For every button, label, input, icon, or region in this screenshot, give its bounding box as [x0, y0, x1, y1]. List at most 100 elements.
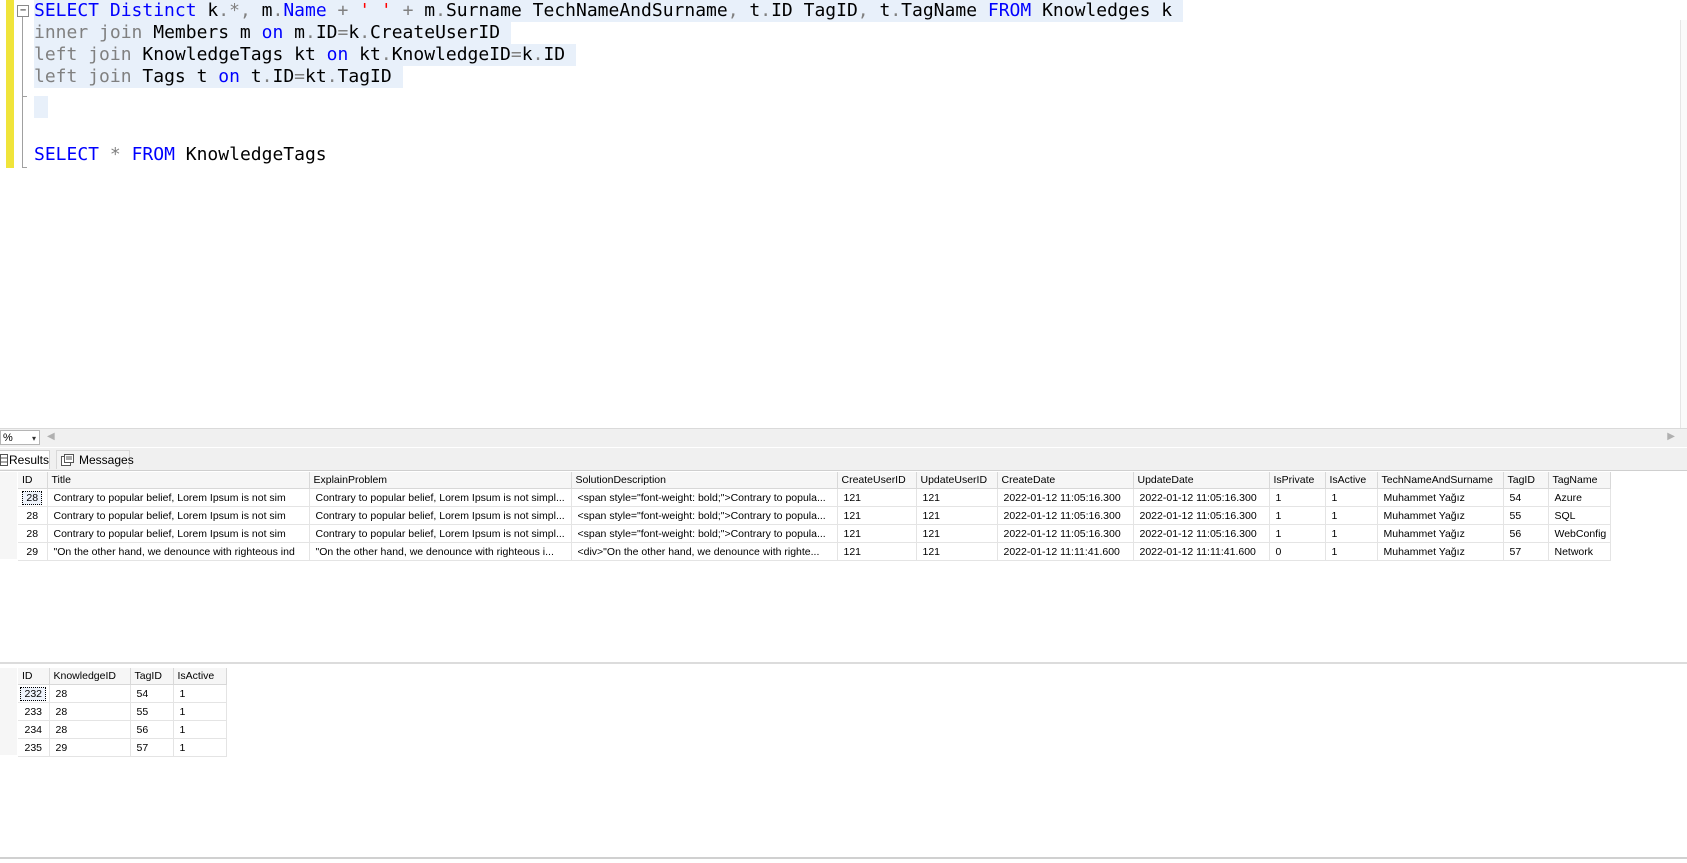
scroll-left-icon[interactable]: ◀	[47, 431, 55, 442]
grid-cell[interactable]: 28	[18, 488, 48, 507]
grid-cell[interactable]: Muhammet Yağız	[1377, 542, 1504, 561]
grid-cell[interactable]: 1	[1325, 488, 1378, 507]
code-line[interactable]: left join Tags t on t.ID=kt.TagID	[34, 66, 403, 88]
grid-cell[interactable]: Contrary to popular belief, Lorem Ipsum …	[309, 506, 572, 525]
grid-cell[interactable]: 2022-01-12 11:05:16.300	[1133, 488, 1270, 507]
grid-cell[interactable]: <div>"On the other hand, we denounce wit…	[571, 542, 838, 561]
grid-cell[interactable]: SQL	[1548, 506, 1611, 525]
results-splitter[interactable]	[0, 662, 1687, 664]
editor-vertical-scrollbar[interactable]	[1680, 20, 1687, 428]
grid-cell[interactable]: 1	[173, 738, 227, 757]
grid-cell[interactable]: Contrary to popular belief, Lorem Ipsum …	[309, 488, 572, 507]
grid-cell[interactable]: 54	[1503, 488, 1549, 507]
grid-cell[interactable]: 1	[173, 720, 227, 739]
grid-cell[interactable]: 28	[49, 720, 131, 739]
grid-cell[interactable]: 1	[1269, 488, 1326, 507]
grid-cell[interactable]: 121	[916, 542, 998, 561]
grid-cell[interactable]: 2022-01-12 11:11:41.600	[1133, 542, 1270, 561]
table-row[interactable]: 233 28 55 1	[18, 702, 227, 721]
table-row[interactable]: 235 29 57 1	[18, 738, 227, 757]
grid-cell[interactable]: <span style="font-weight: bold;">Contrar…	[571, 524, 838, 543]
table-row[interactable]: 28 Contrary to popular belief, Lorem Ipsu…	[18, 524, 1611, 543]
grid-cell[interactable]: Contrary to popular belief, Lorem Ipsum …	[47, 524, 310, 543]
grid-cell[interactable]: 29	[18, 542, 48, 561]
grid-cell[interactable]: 121	[916, 488, 998, 507]
grid-cell[interactable]: 121	[916, 524, 998, 543]
grid-cell[interactable]: 56	[1503, 524, 1549, 543]
code-line[interactable]: left join KnowledgeTags kt on kt.Knowled…	[34, 44, 576, 66]
tab-results[interactable]: Results	[0, 450, 50, 469]
table-row[interactable]: 28 Contrary to popular belief, Lorem Ipsu…	[18, 488, 1611, 507]
column-header[interactable]: TagID	[1503, 472, 1549, 489]
code-line[interactable]: inner join Members m on m.ID=k.CreateUse…	[34, 22, 511, 44]
grid-cell[interactable]: 29	[49, 738, 131, 757]
table-row[interactable]: 232 28 54 1	[18, 684, 227, 703]
grid-cell[interactable]: Azure	[1548, 488, 1611, 507]
grid-cell[interactable]: 28	[18, 524, 48, 543]
column-header[interactable]: ID	[18, 668, 50, 685]
code-line[interactable]: SELECT Distinct k.*, m.Name + ' ' + m.Su…	[34, 0, 1183, 22]
grid-cell[interactable]: <span style="font-weight: bold;">Contrar…	[571, 488, 838, 507]
grid-cell[interactable]: Contrary to popular belief, Lorem Ipsum …	[309, 524, 572, 543]
grid-cell[interactable]: Muhammet Yağız	[1377, 524, 1504, 543]
table-row[interactable]: 29 "On the other hand, we denounce with r…	[18, 542, 1611, 561]
table-row[interactable]: 234 28 56 1	[18, 720, 227, 739]
grid-cell[interactable]: 0	[1269, 542, 1326, 561]
grid-cell[interactable]: 1	[1325, 506, 1378, 525]
grid-cell[interactable]: 235	[18, 738, 50, 757]
scroll-right-icon[interactable]: ▶	[1667, 431, 1675, 442]
grid-cell[interactable]: 1	[173, 702, 227, 721]
code-line[interactable]: SELECT * FROM KnowledgeTags	[34, 144, 327, 166]
table-row[interactable]: 28 Contrary to popular belief, Lorem Ipsu…	[18, 506, 1611, 525]
grid-cell[interactable]: 2022-01-12 11:05:16.300	[1133, 506, 1270, 525]
grid-cell[interactable]: 1	[1325, 542, 1378, 561]
column-header[interactable]: TagName	[1548, 472, 1611, 489]
column-header[interactable]: ExplainProblem	[309, 472, 572, 489]
query-editor[interactable]: − SELECT Distinct k.*, m.Name + ' ' + m.…	[0, 0, 1687, 430]
tab-messages[interactable]: Messages	[56, 450, 134, 469]
grid-cell[interactable]: Muhammet Yağız	[1377, 506, 1504, 525]
grid-cell[interactable]: 121	[916, 506, 998, 525]
row-selector-gutter[interactable]	[0, 472, 17, 559]
column-header[interactable]: ID	[18, 472, 48, 489]
grid-cell[interactable]: 121	[837, 506, 917, 525]
code-line[interactable]	[34, 96, 48, 118]
column-header[interactable]: CreateUserID	[837, 472, 917, 489]
column-header[interactable]: UpdateUserID	[916, 472, 998, 489]
grid-cell[interactable]: <span style="font-weight: bold;">Contrar…	[571, 506, 838, 525]
grid-cell[interactable]: 233	[18, 702, 50, 721]
grid-cell[interactable]: 121	[837, 488, 917, 507]
column-header[interactable]: SolutionDescription	[571, 472, 838, 489]
grid-cell[interactable]: 28	[49, 684, 131, 703]
column-header[interactable]: TagID	[130, 668, 174, 685]
grid-cell[interactable]: 55	[1503, 506, 1549, 525]
grid-cell[interactable]: 54	[130, 684, 174, 703]
column-header[interactable]: CreateDate	[997, 472, 1134, 489]
grid-cell[interactable]: 1	[173, 684, 227, 703]
grid-cell[interactable]: Contrary to popular belief, Lorem Ipsum …	[47, 506, 310, 525]
grid-cell[interactable]: 2022-01-12 11:05:16.300	[997, 524, 1134, 543]
grid-cell[interactable]: 232	[18, 684, 50, 703]
column-header[interactable]: IsPrivate	[1269, 472, 1326, 489]
grid-cell[interactable]: 55	[130, 702, 174, 721]
grid-cell[interactable]: 56	[130, 720, 174, 739]
grid-cell[interactable]: 28	[18, 506, 48, 525]
grid-cell[interactable]: 1	[1325, 524, 1378, 543]
grid-cell[interactable]: WebConfig	[1548, 524, 1611, 543]
grid-cell[interactable]: 121	[837, 524, 917, 543]
grid-cell[interactable]: 2022-01-12 11:05:16.300	[997, 506, 1134, 525]
column-header[interactable]: TechNameAndSurname	[1377, 472, 1504, 489]
grid-cell[interactable]: 1	[1269, 524, 1326, 543]
grid-cell[interactable]: Contrary to popular belief, Lorem Ipsum …	[47, 488, 310, 507]
zoom-select[interactable]: % ▾	[0, 430, 40, 445]
grid-cell[interactable]: 2022-01-12 11:05:16.300	[997, 488, 1134, 507]
column-header[interactable]: UpdateDate	[1133, 472, 1270, 489]
grid-cell[interactable]: 234	[18, 720, 50, 739]
collapse-icon[interactable]: −	[17, 5, 29, 17]
grid-cell[interactable]: "On the other hand, we denounce with rig…	[47, 542, 310, 561]
row-selector-gutter[interactable]	[0, 668, 17, 755]
column-header[interactable]: Title	[47, 472, 310, 489]
grid-cell[interactable]: Muhammet Yağız	[1377, 488, 1504, 507]
grid-cell[interactable]: Network	[1548, 542, 1611, 561]
chevron-down-icon[interactable]: ▾	[32, 431, 36, 446]
